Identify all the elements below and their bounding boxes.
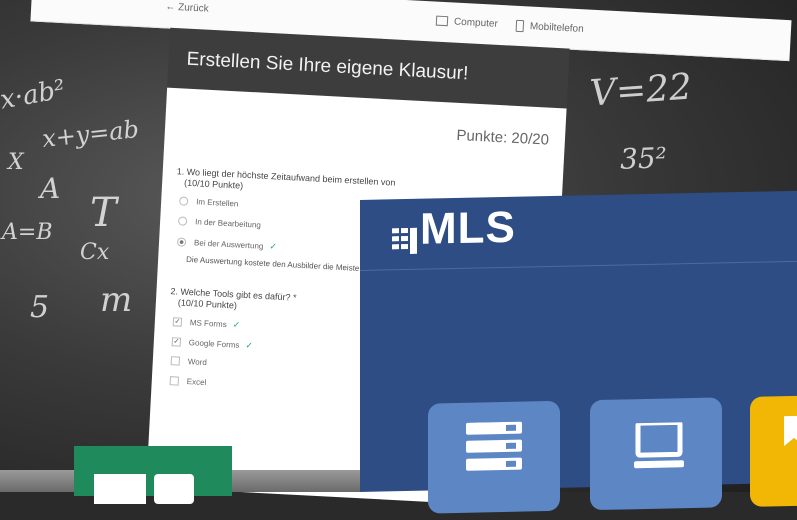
laptop-icon — [634, 422, 684, 469]
document-icon — [94, 474, 146, 504]
checkbox-icon — [169, 376, 180, 387]
checkbox-checked-icon: ✓ — [171, 337, 182, 348]
score-label: Punkte: 20/20 — [456, 126, 550, 149]
monitor-icon — [435, 15, 449, 27]
mls-panel: MLS — [360, 190, 797, 514]
q1-option-2-label: In der Bearbeitung — [194, 217, 262, 230]
server-tile[interactable] — [428, 400, 560, 514]
q1-option-1-label: Im Erstellen — [195, 197, 239, 209]
back-label: Zurück — [177, 2, 209, 15]
q2-option-1-label: MS Forms — [189, 318, 227, 330]
green-app-tile — [74, 446, 232, 504]
back-link[interactable]: ← Zurück — [165, 1, 209, 14]
mls-logo: MLS — [392, 203, 516, 256]
question-2: 2. Welche Tools gibt es dafür? * (10/10 … — [170, 286, 297, 315]
document-icon-2 — [154, 474, 194, 504]
mls-logo-text: MLS — [420, 202, 516, 254]
partial-yellow-tile[interactable] — [750, 395, 797, 507]
radio-icon — [177, 216, 188, 227]
checkmark-icon: ✓ — [269, 241, 278, 252]
checkmark-icon: ✓ — [232, 319, 241, 330]
q1-option-2[interactable]: In der Bearbeitung — [177, 216, 262, 230]
mls-grid-icon — [392, 217, 418, 255]
mobile-label: Mobiltelefon — [529, 21, 584, 35]
q1-option-3[interactable]: Bei der Auswertung ✓ — [176, 236, 278, 252]
q1-option-1[interactable]: Im Erstellen — [178, 196, 239, 209]
checkbox-icon — [170, 356, 181, 367]
radio-icon — [178, 196, 189, 207]
laptop-tile[interactable] — [590, 397, 722, 511]
phone-icon — [515, 19, 525, 33]
mobile-preview-button[interactable]: Mobiltelefon — [515, 19, 584, 36]
q2-option-4[interactable]: Excel — [169, 376, 207, 388]
q1-feedback: Die Auswertung kostete den Ausbilder die… — [185, 254, 378, 274]
partial-tile-icon — [784, 415, 797, 447]
computer-preview-button[interactable]: Computer — [435, 15, 499, 30]
q2-option-3[interactable]: Word — [170, 356, 208, 368]
q1-option-3-label: Bei der Auswertung — [193, 238, 264, 251]
form-title: Erstellen Sie Ihre eigene Klausur! — [186, 48, 469, 85]
computer-label: Computer — [453, 16, 499, 30]
q2-option-4-label: Excel — [186, 377, 207, 388]
chalk-formula-7: X — [8, 150, 24, 175]
q2-option-3-label: Word — [187, 357, 208, 368]
q2-option-2[interactable]: ✓ Google Forms ✓ — [171, 336, 254, 351]
q2-option-1[interactable]: ✓ MS Forms ✓ — [172, 316, 241, 331]
question-1: 1. Wo liegt der höchste Zeitaufwand beim… — [176, 166, 396, 199]
radio-selected-icon — [176, 237, 187, 248]
mls-header: MLS — [360, 190, 797, 271]
server-icon — [466, 421, 522, 471]
checkbox-checked-icon: ✓ — [172, 317, 183, 328]
checkmark-icon: ✓ — [245, 340, 254, 351]
q2-option-2-label: Google Forms — [188, 338, 240, 350]
